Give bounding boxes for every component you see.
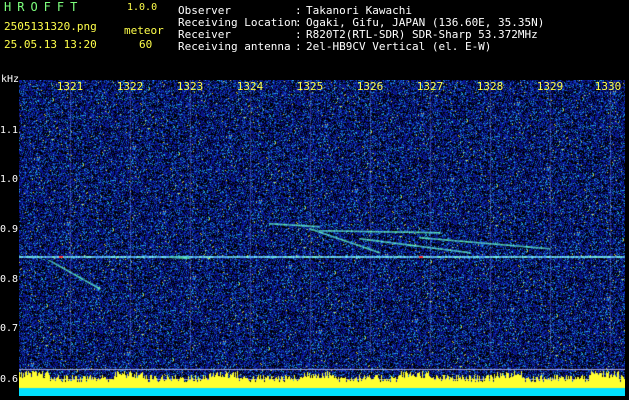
x-tick-label: 1325: [296, 80, 324, 93]
app-version: 1.0.0: [127, 2, 158, 13]
info-value-antenna: 2el-HB9CV Vertical (el. E-W): [306, 40, 492, 53]
info-key-antenna: Receiving antenna: [178, 40, 291, 53]
y-tick-label: 0.9: [0, 224, 18, 235]
y-tick-label: 0.7: [0, 323, 18, 334]
mode-value: 60: [139, 38, 153, 51]
x-tick-label: 1321: [56, 80, 84, 93]
x-tick-label: 1326: [356, 80, 384, 93]
y-tick-label: 0.6: [0, 374, 18, 385]
mode-label: meteor: [124, 24, 164, 37]
x-tick-label: 1323: [176, 80, 204, 93]
y-tick-label: 0.8: [0, 274, 18, 285]
file-datetime: 25.05.13 13:20: [4, 38, 97, 51]
y-axis-unit: kHz: [1, 74, 20, 85]
file-name: 2505131320.png: [4, 20, 97, 33]
spectrogram-plot: [19, 80, 625, 396]
app-title: HROFFT: [4, 0, 84, 14]
x-tick-label: 1327: [416, 80, 444, 93]
x-tick-label: 1328: [476, 80, 504, 93]
y-tick-label: 1.0: [0, 174, 18, 185]
x-tick-label: 1322: [116, 80, 144, 93]
x-tick-label: 1330: [594, 80, 622, 93]
x-tick-label: 1324: [236, 80, 264, 93]
info-sep: :: [295, 40, 302, 53]
y-tick-label: 1.1: [0, 125, 18, 136]
x-tick-label: 1329: [536, 80, 564, 93]
spectrogram-canvas: [19, 80, 625, 396]
